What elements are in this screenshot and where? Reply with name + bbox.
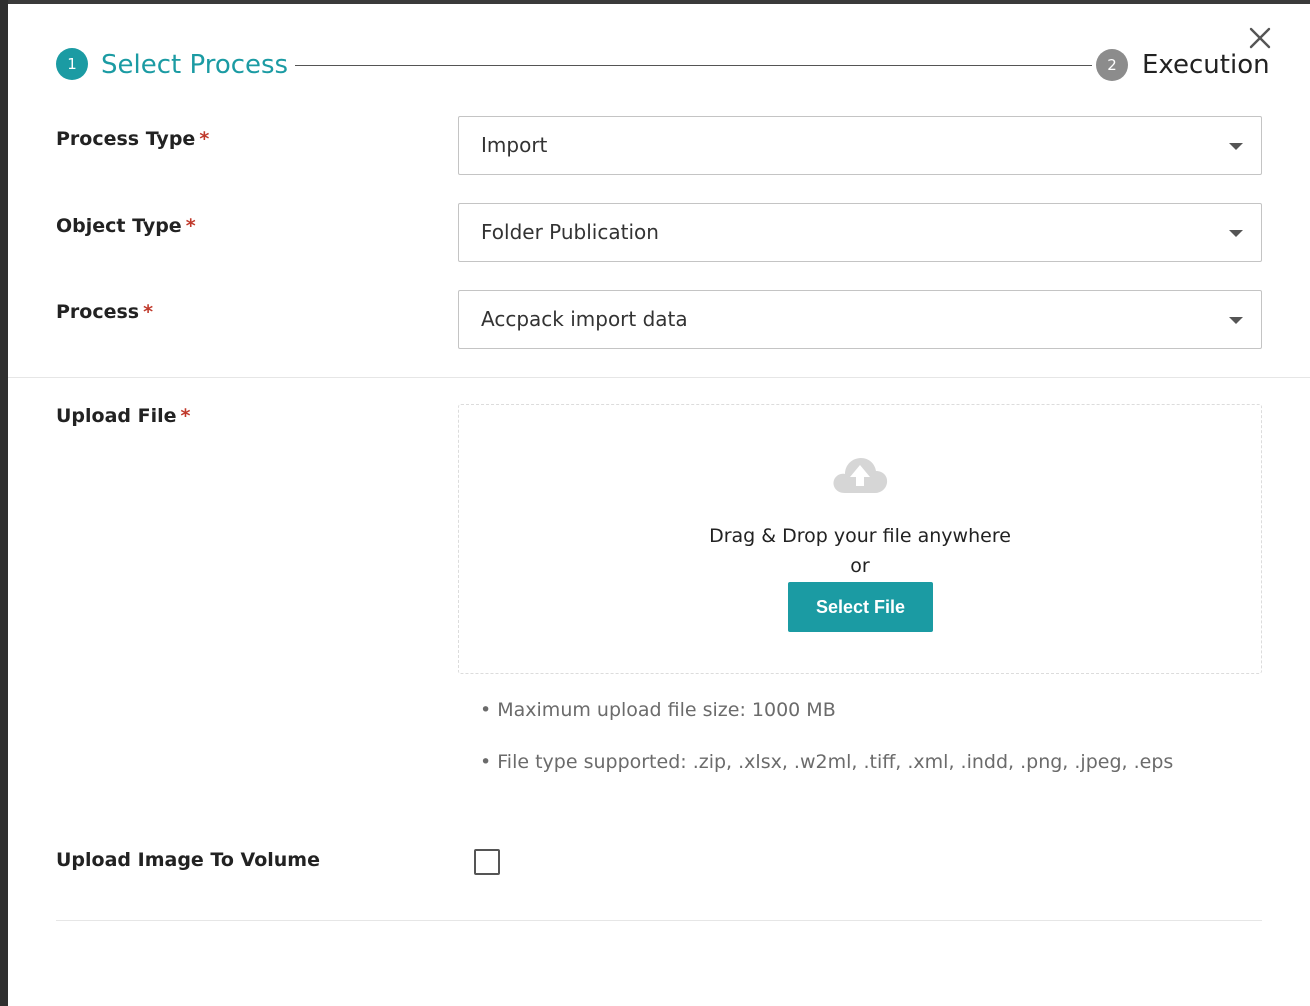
cloud-upload-icon bbox=[833, 458, 888, 493]
required-marker: * bbox=[180, 405, 191, 427]
object-type-select[interactable]: Folder Publication bbox=[458, 203, 1262, 262]
upload-image-to-volume-label: Upload Image To Volume bbox=[56, 849, 320, 871]
process-value: Accpack import data bbox=[481, 307, 688, 331]
object-type-label: Object Type * bbox=[56, 215, 196, 237]
step-2-label: Execution bbox=[1142, 50, 1270, 80]
footer-divider bbox=[56, 920, 1262, 921]
required-marker: * bbox=[185, 215, 196, 237]
object-type-value: Folder Publication bbox=[481, 220, 659, 244]
chevron-down-icon bbox=[1229, 143, 1243, 150]
process-type-select[interactable]: Import bbox=[458, 116, 1262, 175]
upload-file-label: Upload File * bbox=[56, 405, 190, 427]
required-marker: * bbox=[143, 301, 154, 323]
max-size-hint: • Maximum upload file size: 1000 MB bbox=[480, 699, 836, 721]
drop-instruction: Drag & Drop your file anywhere bbox=[709, 525, 1011, 547]
chevron-down-icon bbox=[1229, 230, 1243, 237]
select-file-button[interactable]: Select File bbox=[788, 582, 933, 632]
process-modal: 1 Select Process 2 Execution Process Typ… bbox=[8, 4, 1310, 1006]
step-1-number: 1 bbox=[56, 48, 88, 80]
upload-image-to-volume-label-text: Upload Image To Volume bbox=[56, 849, 320, 871]
page-backdrop bbox=[0, 0, 8, 1006]
process-label: Process * bbox=[56, 301, 153, 323]
object-type-label-text: Object Type bbox=[56, 215, 182, 237]
stepper-connector bbox=[295, 65, 1092, 66]
upload-file-label-text: Upload File bbox=[56, 405, 177, 427]
chevron-down-icon bbox=[1229, 317, 1243, 324]
or-separator: or bbox=[850, 555, 870, 577]
process-type-value: Import bbox=[481, 133, 548, 157]
upload-image-to-volume-checkbox[interactable] bbox=[474, 849, 500, 875]
file-dropzone[interactable]: Drag & Drop your file anywhere or Select… bbox=[458, 404, 1262, 674]
file-type-hint: • File type supported: .zip, .xlsx, .w2m… bbox=[480, 751, 1174, 773]
required-marker: * bbox=[199, 128, 210, 150]
step-1-label: Select Process bbox=[101, 50, 289, 80]
stepper: 1 Select Process 2 Execution bbox=[56, 48, 1270, 82]
process-type-label: Process Type * bbox=[56, 128, 209, 150]
section-divider bbox=[8, 377, 1310, 378]
process-label-text: Process bbox=[56, 301, 140, 323]
process-type-label-text: Process Type bbox=[56, 128, 196, 150]
step-2-number: 2 bbox=[1096, 49, 1128, 81]
close-icon[interactable] bbox=[1248, 26, 1272, 50]
process-select[interactable]: Accpack import data bbox=[458, 290, 1262, 349]
